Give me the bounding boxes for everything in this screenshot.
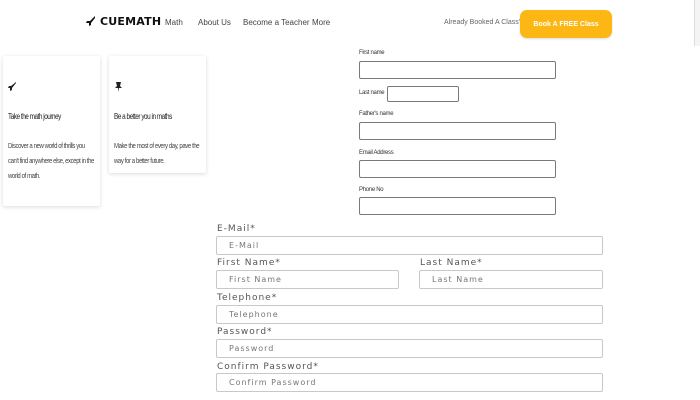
email-input-small[interactable] (359, 160, 556, 178)
first-name-input-small[interactable] (359, 61, 556, 79)
password-label: Password* (217, 327, 273, 337)
feature-card-title: Be a better you in maths (114, 112, 172, 121)
email-label-small: Email Address (359, 150, 394, 156)
nav-more[interactable]: More (312, 18, 330, 27)
confirm-password-label: Confirm Password* (217, 362, 319, 372)
rocket-icon (86, 15, 95, 26)
book-free-class-button[interactable]: Book A FREE Class (520, 10, 612, 38)
first-name-label-small: First name (359, 50, 385, 56)
last-name-label-small: Last name (359, 90, 385, 96)
feature-card-description: Discover a new world of thrills you can'… (8, 141, 94, 180)
nav-become-teacher[interactable]: Become a Teacher (243, 18, 310, 27)
telephone-field[interactable] (216, 305, 603, 324)
password-field[interactable] (216, 339, 603, 358)
first-name-field[interactable] (216, 270, 399, 289)
last-name-field[interactable] (419, 270, 603, 289)
pin-icon (115, 82, 122, 92)
rocket-icon (8, 82, 16, 91)
last-name-label: Last Name* (420, 258, 483, 268)
already-booked-link[interactable]: Already Booked A Class? (444, 19, 523, 26)
email-field[interactable] (216, 236, 603, 255)
fathers-name-label: Father's name (359, 111, 394, 117)
feature-card: Take the math journey Discover a new wor… (3, 56, 100, 206)
brand-logo[interactable]: CUEMATH (86, 15, 161, 28)
window-edge (694, 0, 700, 46)
email-label: E-Mail* (217, 224, 256, 234)
telephone-label: Telephone* (217, 293, 278, 303)
nav-about-us[interactable]: About Us (198, 18, 231, 27)
first-name-label: First Name* (217, 258, 281, 268)
fathers-name-input[interactable] (359, 122, 556, 140)
feature-card-title: Take the math journey (8, 112, 61, 121)
brand-name: CUEMATH (100, 15, 162, 28)
top-navbar: CUEMATH Math About Us Become a Teacher M… (0, 0, 700, 46)
phone-input[interactable] (359, 197, 556, 215)
nav-math[interactable]: Math (165, 18, 183, 27)
feature-card-description: Make the most of every day, pave the way… (114, 141, 200, 165)
confirm-password-field[interactable] (216, 373, 603, 392)
feature-card: Be a better you in maths Make the most o… (109, 56, 206, 173)
last-name-input-small[interactable] (387, 86, 459, 102)
phone-label: Phone No (359, 187, 384, 193)
